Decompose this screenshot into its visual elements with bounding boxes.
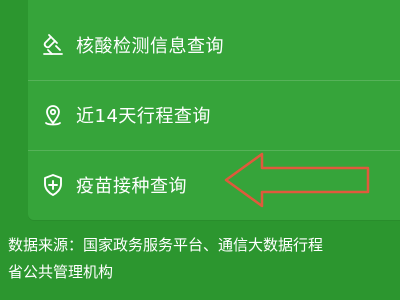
data-source-line-2: 省公共管理机构 xyxy=(8,263,114,281)
data-source-line-1: 数据来源：国家政务服务平台、通信大数据行程 xyxy=(8,236,324,254)
menu-item-nucleic-acid-test[interactable]: 核酸检测信息查询 xyxy=(28,10,400,80)
menu-item-label: 核酸检测信息查询 xyxy=(76,36,224,57)
data-source-note: 数据来源：国家政务服务平台、通信大数据行程 省公共管理机构 xyxy=(8,232,400,286)
test-tube-icon xyxy=(38,30,68,60)
menu-item-label: 近14天行程查询 xyxy=(76,106,211,127)
location-pin-icon xyxy=(38,100,68,130)
annotation-arrow-icon xyxy=(224,152,370,208)
menu-item-14-day-itinerary[interactable]: 近14天行程查询 xyxy=(28,80,400,150)
shield-plus-icon xyxy=(38,170,68,200)
menu-item-label: 疫苗接种查询 xyxy=(76,176,187,197)
